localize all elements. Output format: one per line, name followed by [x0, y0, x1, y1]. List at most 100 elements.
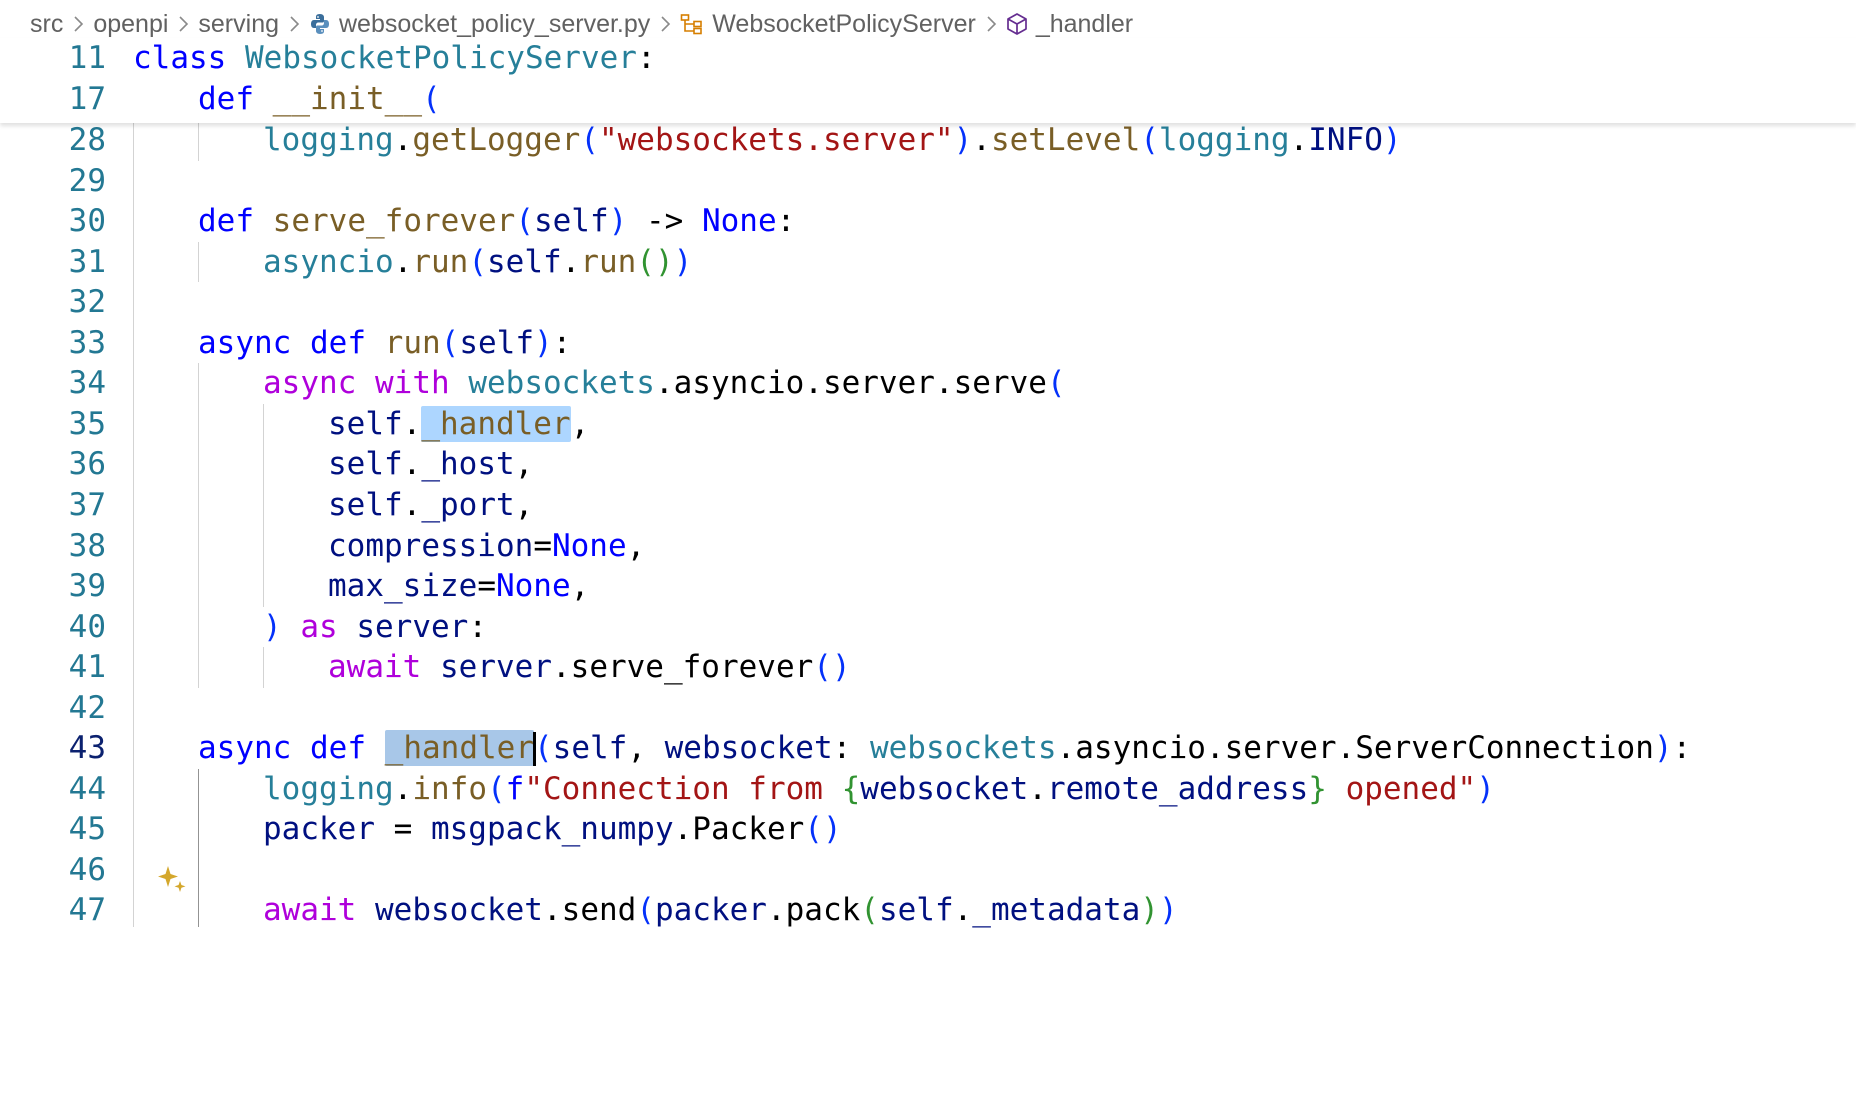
code-token: . — [1056, 730, 1076, 767]
code-line[interactable]: 28 logging.getLogger("websockets.server")… — [0, 120, 1856, 161]
code-token: ( — [486, 770, 506, 807]
line-number: 31 — [68, 243, 106, 280]
code-token: : — [1672, 730, 1692, 767]
code-line[interactable]: 31 asyncio.run(self.run()) — [0, 242, 1856, 283]
line-number: 35 — [68, 405, 106, 442]
code-token: self — [459, 324, 534, 361]
code-token: None — [551, 527, 627, 564]
indent-guide — [198, 241, 199, 283]
code-line[interactable]: 38 compression=None, — [0, 526, 1856, 567]
chevron-right-icon — [287, 14, 301, 34]
code-token: ) — [534, 324, 553, 361]
code-line[interactable]: 36 self._host, — [0, 444, 1856, 485]
code-token: . — [393, 122, 413, 158]
symbol-highlight: _handler — [421, 405, 571, 442]
code-token: . — [1336, 730, 1356, 767]
code-token: await — [263, 892, 357, 929]
breadcrumb-item[interactable]: websocket_policy_server.py — [309, 10, 650, 39]
code-token: server — [440, 649, 552, 686]
code-token: , — [570, 568, 590, 605]
breadcrumb-item[interactable]: _handler — [1006, 10, 1133, 39]
sparkle-icon[interactable] — [156, 864, 188, 896]
code-token: None — [495, 568, 571, 605]
code-token: ( — [421, 80, 441, 117]
code-token: , — [626, 527, 646, 564]
code-token: asyncio — [263, 243, 394, 280]
code-line[interactable]: 47 await websocket.send(packer.pack(self.… — [0, 890, 1856, 931]
code-editor[interactable]: src openpi serving websocket_policy_server.… — [0, 0, 1856, 1106]
code-token: () — [804, 811, 842, 848]
code-token: self — [328, 446, 403, 483]
code-token: compression — [328, 527, 534, 564]
code-token: def — [310, 324, 366, 361]
code-token: websocket — [664, 730, 833, 767]
line-number: 11 — [68, 40, 106, 76]
code-line[interactable]: 17 def __init__( — [0, 79, 1856, 120]
code-line[interactable]: 33 async def run(self): — [0, 323, 1856, 364]
code-line[interactable]: 42 — [0, 688, 1856, 729]
breadcrumb-item[interactable]: serving — [198, 10, 279, 39]
code-line[interactable]: 37 self._port, — [0, 485, 1856, 526]
code-token: Packer — [692, 811, 805, 848]
code-line[interactable]: 11 class WebsocketPolicyServer: — [0, 38, 1856, 79]
line-number: 40 — [68, 608, 106, 645]
code-token: = — [533, 527, 552, 564]
code-token: : — [776, 203, 796, 240]
code-line[interactable]: 45 packer = msgpack_numpy.Packer() — [0, 809, 1856, 850]
code-token: : — [468, 608, 487, 645]
code-token: ) — [1653, 730, 1673, 767]
breadcrumb-item[interactable]: src — [30, 10, 63, 39]
sticky-scroll-header[interactable]: 11 class WebsocketPolicyServer: 17 def __in… — [0, 38, 1856, 124]
code-token: : — [636, 40, 656, 76]
line-number: 38 — [68, 527, 106, 564]
breadcrumb-item[interactable]: WebsocketPolicyServer — [680, 10, 976, 39]
code-token: server — [356, 608, 469, 645]
code-token: websockets — [468, 365, 655, 402]
code-token: websocket — [375, 892, 543, 929]
code-line[interactable]: 46 — [0, 850, 1856, 891]
code-token: ( — [580, 122, 599, 158]
line-number: 44 — [68, 770, 106, 807]
code-token: info — [412, 770, 487, 807]
code-token: "Connection from — [524, 770, 842, 807]
breadcrumb-item[interactable]: openpi — [93, 10, 168, 39]
code-token: () — [813, 649, 851, 686]
code-token: packer — [263, 811, 375, 848]
code-token: ( — [440, 324, 460, 361]
code-token: "websockets.server" — [598, 122, 954, 158]
code-token: () — [636, 243, 674, 280]
code-line[interactable]: 29 — [0, 161, 1856, 202]
method-symbol-icon — [1006, 12, 1028, 36]
code-token: def — [198, 80, 254, 117]
code-line[interactable]: 43 async def _handler(self, websocket: we… — [0, 728, 1856, 769]
code-line[interactable]: 35 self._handler, — [0, 404, 1856, 445]
code-line[interactable]: 39 max_size=None, — [0, 566, 1856, 607]
line-number: 37 — [68, 486, 106, 523]
code-token: ) — [1382, 122, 1402, 158]
code-token: WebsocketPolicyServer — [245, 40, 637, 76]
code-line[interactable]: 34 async with websockets.asyncio.server.s… — [0, 363, 1856, 404]
code-token: asyncio — [1075, 730, 1206, 767]
indent-guide — [198, 768, 199, 927]
line-number: 17 — [68, 80, 106, 117]
code-token: . — [766, 892, 786, 929]
code-token: } — [1308, 770, 1327, 807]
code-token: _host — [421, 446, 515, 483]
code-line[interactable]: 30 def serve_forever(self) -> None: — [0, 201, 1856, 242]
code-token: , — [514, 446, 534, 483]
code-line[interactable]: 44 logging.info(f"Connection from {websoc… — [0, 769, 1856, 810]
code-token: run — [580, 243, 637, 280]
code-token: { — [841, 770, 861, 807]
code-line[interactable]: 32 — [0, 282, 1856, 323]
code-token: ) — [673, 243, 693, 280]
code-line[interactable]: 41 await server.serve_forever() — [0, 647, 1856, 688]
code-line[interactable]: 40) as server: — [0, 607, 1856, 648]
code-token: . — [393, 770, 413, 807]
code-token: , — [514, 486, 534, 523]
